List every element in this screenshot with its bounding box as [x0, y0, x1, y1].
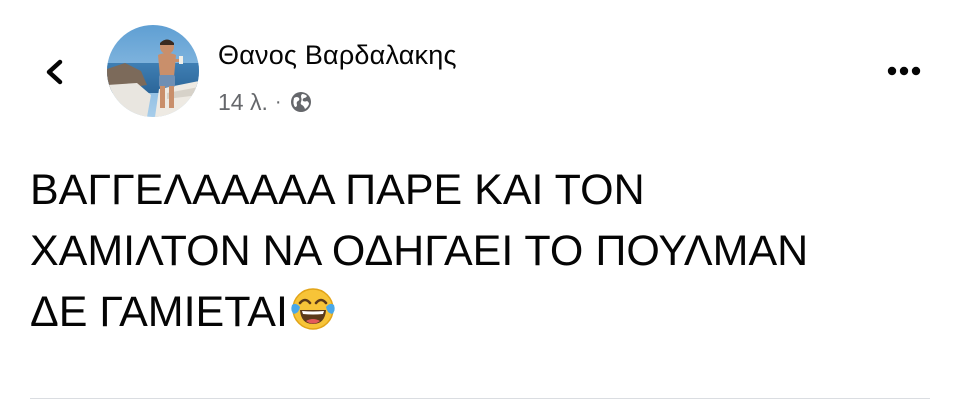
- chevron-left-icon: [46, 59, 63, 85]
- divider: [30, 398, 930, 399]
- post-card: Θανος Βαρδαλακης 14 λ. · ΒΑΓΓΕΛΑΑΑΑΑ ΠΑΡ…: [0, 0, 960, 410]
- author-name[interactable]: Θανος Βαρδαλακης: [218, 40, 457, 71]
- more-options-button[interactable]: [880, 56, 928, 86]
- avatar[interactable]: [107, 25, 199, 117]
- post-text: ΒΑΓΓΕΛΑΑΑΑΑ ΠΑΡΕ ΚΑΙ ΤΟΝ ΧΑΜΙΛΤΟΝ ΝΑ ΟΔΗ…: [30, 160, 940, 343]
- post-text-line: ΔΕ ΓΑΜΙΕΤΑΙ: [30, 288, 288, 336]
- face-with-tears-of-joy-icon: [291, 288, 335, 330]
- post-meta: 14 λ. ·: [218, 87, 313, 117]
- more-horizontal-icon: [887, 66, 921, 76]
- meta-separator: ·: [274, 91, 282, 113]
- avatar-photo: [107, 25, 199, 117]
- back-button[interactable]: [36, 52, 76, 92]
- globe-icon[interactable]: [289, 90, 313, 114]
- post-text-line: ΧΑΜΙΛΤΟΝ ΝΑ ΟΔΗΓΑΕΙ ΤΟ ΠΟΥΛΜΑΝ: [30, 227, 809, 275]
- post-time[interactable]: 14 λ.: [218, 89, 268, 116]
- post-text-line-last: ΔΕ ΓΑΜΙΕΤΑΙ: [30, 282, 940, 343]
- post-text-line: ΒΑΓΓΕΛΑΑΑΑΑ ΠΑΡΕ ΚΑΙ ΤΟΝ: [30, 166, 645, 214]
